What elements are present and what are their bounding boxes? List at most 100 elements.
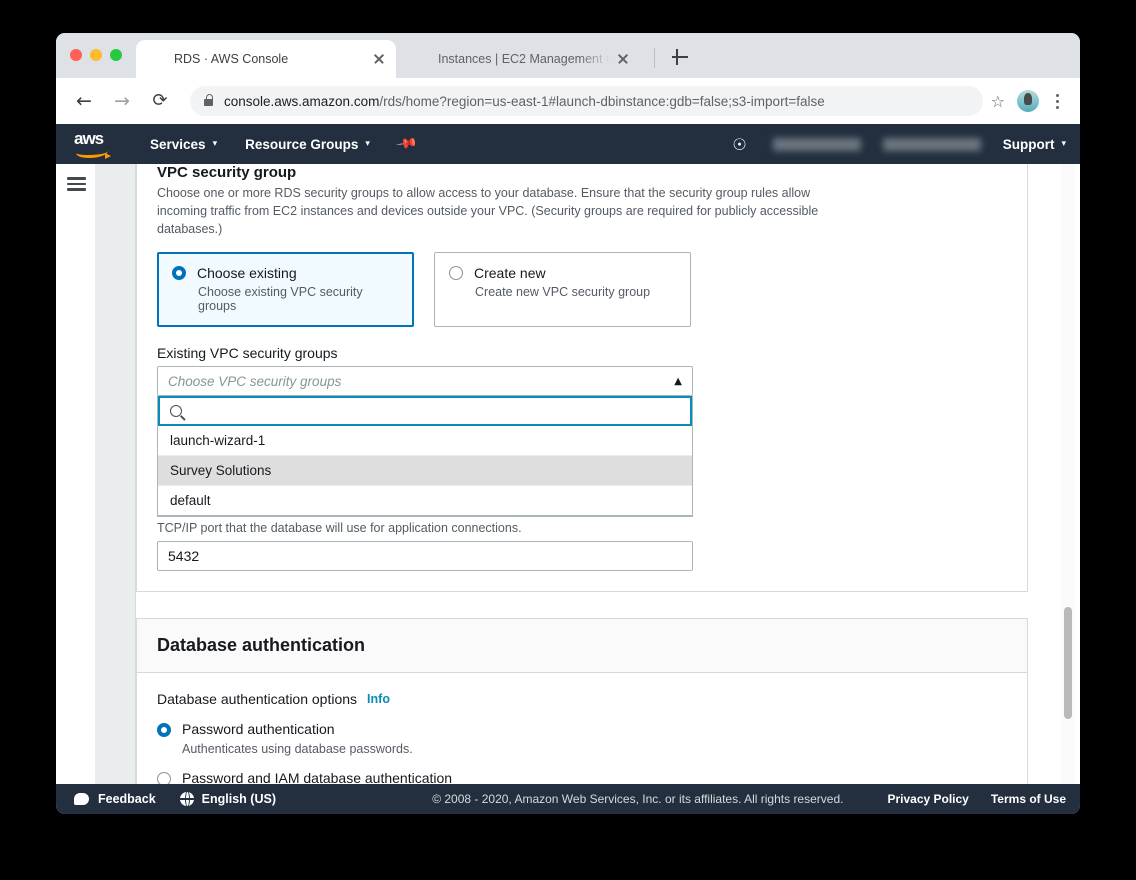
tile-choose-existing-label: Choose existing [197,265,297,281]
multiselect-dropdown: launch-wizard-1 Survey Solutions default [157,396,693,517]
language-label: English (US) [201,792,276,806]
privacy-policy-link[interactable]: Privacy Policy [887,792,968,806]
back-button[interactable]: ← [70,87,98,115]
aws-cube-icon [412,51,428,67]
aws-footer: Feedback English (US) © 2008 - 2020, Ama… [56,784,1080,814]
option-survey-solutions[interactable]: Survey Solutions [158,456,692,486]
chevron-down-icon: ▾ [212,139,218,149]
tile-create-new-label: Create new [474,265,546,281]
auth-option-password[interactable]: Password authentication Authenticates us… [157,721,1007,758]
info-link[interactable]: Info [367,692,390,706]
auth-option-iam-line: Password and IAM database authentication [157,770,1007,784]
tab-divider [654,48,655,68]
aws-smile-icon [76,146,111,159]
aws-global-nav: aws Services ▾ Resource Groups ▾ 📌 ☉ Sup… [56,124,1080,164]
aws-logo[interactable]: aws [74,129,116,159]
globe-icon [179,792,194,806]
page-scrollbar-thumb[interactable] [1064,607,1072,719]
account-menu[interactable] [772,137,861,151]
tile-create-new-label-row: Create new [449,265,676,281]
chevron-up-icon: ▲ [674,375,682,387]
forward-arrow-icon: → [114,90,130,112]
menu-hamburger-icon[interactable] [67,177,86,191]
auth-options-label: Database authentication options [157,691,358,707]
maximize-window-button[interactable] [110,49,122,61]
nav-right-group: ☉ Support ▾ [732,135,1066,154]
tile-choose-existing-label-row: Choose existing [172,265,399,281]
auth-option-iam[interactable]: Password and IAM database authentication… [157,770,1007,784]
tab-title: RDS · AWS Console [174,52,289,66]
url-path: /rds/home?region=us-east-1#launch-dbinst… [379,93,825,109]
port-input[interactable] [157,541,693,571]
vpc-section-title: VPC security group [157,164,297,181]
aws-cube-icon [148,51,164,67]
port-help-text: TCP/IP port that the database will use f… [157,521,522,535]
tile-create-new[interactable]: Create new Create new VPC security group [434,252,691,327]
region-menu[interactable] [882,137,981,151]
search-icon [170,405,182,417]
bookmark-star-icon[interactable]: ☆ [991,92,1005,111]
auth-option-iam-label: Password and IAM database authentication [182,770,453,784]
database-authentication-panel: Database authentication Database authent… [136,618,1028,784]
database-authentication-body: Database authentication options Info Pas… [137,673,1027,784]
reload-icon: ⟳ [152,90,168,111]
back-arrow-icon: ← [76,90,92,112]
chevron-down-icon: ▾ [365,139,370,149]
multiselect-search-input[interactable] [190,402,680,420]
tile-create-new-sub: Create new VPC security group [475,285,651,299]
reload-button[interactable]: ⟳ [146,87,174,115]
radio-choose-existing[interactable] [172,266,186,280]
browser-toolbar: ← → ⟳ console.aws.amazon.com/rds/home?re… [56,78,1080,124]
window-controls [70,49,122,61]
language-selector[interactable]: English (US) [179,792,276,806]
terms-of-use-link[interactable]: Terms of Use [991,792,1066,806]
browser-menu-button[interactable] [1048,88,1066,114]
url-text: console.aws.amazon.com/rds/home?region=u… [224,94,825,109]
minimize-window-button[interactable] [90,49,102,61]
main-content: VPC security group Choose one or more RD… [136,164,1052,784]
aws-wordmark: aws [74,129,104,148]
option-launch-wizard-1[interactable]: launch-wizard-1 [158,426,692,456]
browser-tab-strip: RDS · AWS Console Instances | EC2 Manage… [56,33,1080,78]
tab-title: Instances | EC2 Management C [438,52,610,66]
vpc-security-group-panel: VPC security group Choose one or more RD… [136,164,1028,592]
tile-choose-existing-sub: Choose existing VPC security groups [198,285,363,313]
radio-password-authentication[interactable] [157,723,171,737]
browser-tab-ec2[interactable]: Instances | EC2 Management C [400,40,640,78]
vpc-choice-tiles: Choose existing Choose existing VPC secu… [157,252,1007,327]
existing-vpc-sg-label: Existing VPC security groups [157,345,338,361]
radio-create-new[interactable] [449,266,463,280]
feedback-button[interactable]: Feedback [74,792,156,806]
nav-resource-groups[interactable]: Resource Groups ▾ [245,137,370,152]
multiselect-search-row[interactable] [158,396,692,426]
tile-choose-existing[interactable]: Choose existing Choose existing VPC secu… [157,252,414,327]
nav-services[interactable]: Services ▾ [150,137,217,152]
pin-icon[interactable]: 📌 [395,132,418,155]
new-tab-button[interactable] [669,46,691,68]
close-window-button[interactable] [70,49,82,61]
page-scrollbar-track[interactable] [1061,164,1075,784]
left-rail [56,164,95,784]
address-bar[interactable]: console.aws.amazon.com/rds/home?region=u… [190,86,983,116]
browser-tab-rds[interactable]: RDS · AWS Console [136,40,396,78]
browser-window: RDS · AWS Console Instances | EC2 Manage… [56,33,1080,814]
option-default[interactable]: default [158,486,692,516]
forward-button[interactable]: → [108,87,136,115]
nav-support[interactable]: Support ▾ [1003,137,1066,152]
auth-option-password-desc: Authenticates using database passwords. [182,742,413,756]
close-tab-icon[interactable] [370,50,388,68]
profile-avatar[interactable] [1017,90,1039,112]
speech-bubble-icon [74,793,89,805]
sidebar-collapsed-strip[interactable] [95,164,136,784]
console-body: VPC security group Choose one or more RD… [56,164,1080,784]
notifications-bell-icon[interactable]: ☉ [732,135,746,154]
auth-options-label-row: Database authentication options Info [157,691,1007,707]
feedback-label: Feedback [98,792,156,806]
close-tab-icon[interactable] [614,50,632,68]
nav-services-label: Services [150,136,206,152]
chevron-down-icon: ▾ [1061,139,1066,149]
nav-resource-groups-label: Resource Groups [245,136,359,152]
radio-iam-authentication[interactable] [157,772,171,784]
vpc-security-groups-multiselect: Choose VPC security groups ▲ launch-wiza… [157,366,693,517]
multiselect-control[interactable]: Choose VPC security groups ▲ [157,366,693,396]
